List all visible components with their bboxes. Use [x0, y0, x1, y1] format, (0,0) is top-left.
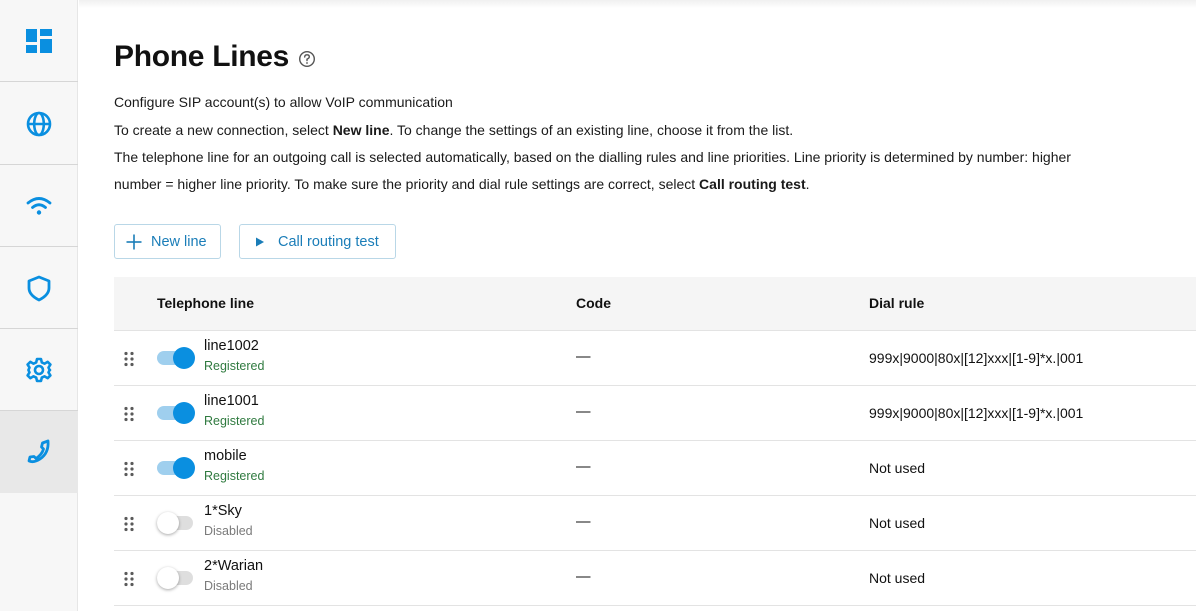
- table-row[interactable]: mobile Registered — Not used: [114, 441, 1196, 496]
- sidebar-item-telephony[interactable]: [0, 411, 78, 493]
- line-dial-rule: 999x|9000|80x|[12]xxx|[1-9]*x.|001: [869, 405, 1084, 421]
- description-line-4: number = higher line priority. To make s…: [114, 176, 810, 192]
- column-header-code: Code: [576, 295, 611, 311]
- wifi-icon: [26, 196, 52, 215]
- sidebar-item-dashboard[interactable]: [0, 0, 78, 82]
- table-row[interactable]: line1002 Registered — 999x|9000|80x|[12]…: [114, 331, 1196, 386]
- drag-handle-icon[interactable]: [123, 461, 135, 477]
- table-row[interactable]: line1001 Registered — 999x|9000|80x|[12]…: [114, 386, 1196, 441]
- table-header: Telephone line Code Dial rule: [114, 277, 1196, 331]
- top-shadow: [79, 0, 1196, 8]
- line-enabled-toggle[interactable]: [157, 512, 196, 534]
- line-code: —: [576, 569, 591, 585]
- help-icon[interactable]: [298, 50, 316, 68]
- sidebar-item-internet[interactable]: [0, 83, 78, 165]
- description-bold: Call routing test: [699, 176, 806, 192]
- line-status: Registered: [204, 359, 265, 373]
- gear-icon: [26, 357, 52, 382]
- title-row: Phone Lines: [114, 40, 316, 74]
- line-status: Disabled: [204, 524, 253, 538]
- line-enabled-toggle[interactable]: [157, 347, 196, 369]
- toggle-knob: [157, 567, 179, 589]
- dashboard-icon: [26, 28, 52, 53]
- column-header-telephone-line: Telephone line: [157, 295, 254, 311]
- toggle-knob: [173, 347, 195, 369]
- description-line-2: To create a new connection, select New l…: [114, 122, 793, 138]
- column-header-dial-rule: Dial rule: [869, 295, 925, 311]
- drag-handle-icon[interactable]: [123, 516, 135, 532]
- table-row[interactable]: 2*Warian Disabled — Not used: [114, 551, 1196, 606]
- description-line-3: The telephone line for an outgoing call …: [114, 149, 1071, 165]
- globe-icon: [26, 111, 52, 136]
- line-status: Registered: [204, 414, 265, 428]
- drag-handle-icon[interactable]: [123, 571, 135, 587]
- description-text: To create a new connection, select: [114, 122, 333, 138]
- drag-handle-icon[interactable]: [123, 351, 135, 367]
- line-code: —: [576, 404, 591, 420]
- sidebar-item-wifi[interactable]: [0, 165, 78, 247]
- line-code: —: [576, 514, 591, 530]
- toggle-knob: [173, 457, 195, 479]
- line-dial-rule: 999x|9000|80x|[12]xxx|[1-9]*x.|001: [869, 350, 1084, 366]
- line-name: line1001: [204, 393, 259, 409]
- line-code: —: [576, 459, 591, 475]
- sidebar-item-settings[interactable]: [0, 329, 78, 411]
- description-bold: New line: [332, 122, 390, 138]
- line-enabled-toggle[interactable]: [157, 402, 196, 424]
- line-dial-rule: Not used: [869, 570, 926, 586]
- call-routing-test-button[interactable]: Call routing test: [239, 224, 396, 259]
- line-name: 1*Sky: [204, 503, 242, 519]
- table-row[interactable]: 1*Sky Disabled — Not used: [114, 496, 1196, 551]
- sidebar-item-security[interactable]: [0, 247, 78, 329]
- line-dial-rule: Not used: [869, 460, 926, 476]
- play-icon: [256, 237, 264, 246]
- new-line-label: New line: [151, 233, 207, 250]
- phone-icon: [27, 439, 50, 464]
- plus-icon: [126, 234, 142, 249]
- toggle-knob: [157, 512, 179, 534]
- line-status: Disabled: [204, 579, 253, 593]
- page-title: Phone Lines: [114, 40, 290, 73]
- description-line-1: Configure SIP account(s) to allow VoIP c…: [114, 94, 453, 110]
- toggle-knob: [173, 402, 195, 424]
- line-code: —: [576, 349, 591, 365]
- line-name: mobile: [204, 448, 247, 464]
- line-dial-rule: Not used: [869, 515, 926, 531]
- description-text: number = higher line priority. To make s…: [114, 176, 700, 192]
- sidebar: [0, 0, 78, 611]
- line-name: line1002: [204, 338, 259, 354]
- description-text: .: [805, 176, 810, 192]
- drag-handle-icon[interactable]: [123, 406, 135, 422]
- line-status: Registered: [204, 469, 265, 483]
- line-enabled-toggle[interactable]: [157, 567, 196, 589]
- call-routing-test-label: Call routing test: [278, 233, 379, 250]
- line-enabled-toggle[interactable]: [157, 457, 196, 479]
- shield-icon: [27, 275, 51, 301]
- phone-lines-table: Telephone line Code Dial rule line1002 R…: [114, 277, 1196, 606]
- line-name: 2*Warian: [204, 558, 264, 574]
- new-line-button[interactable]: New line: [114, 224, 221, 259]
- description-text: . To change the settings of an existing …: [389, 122, 794, 138]
